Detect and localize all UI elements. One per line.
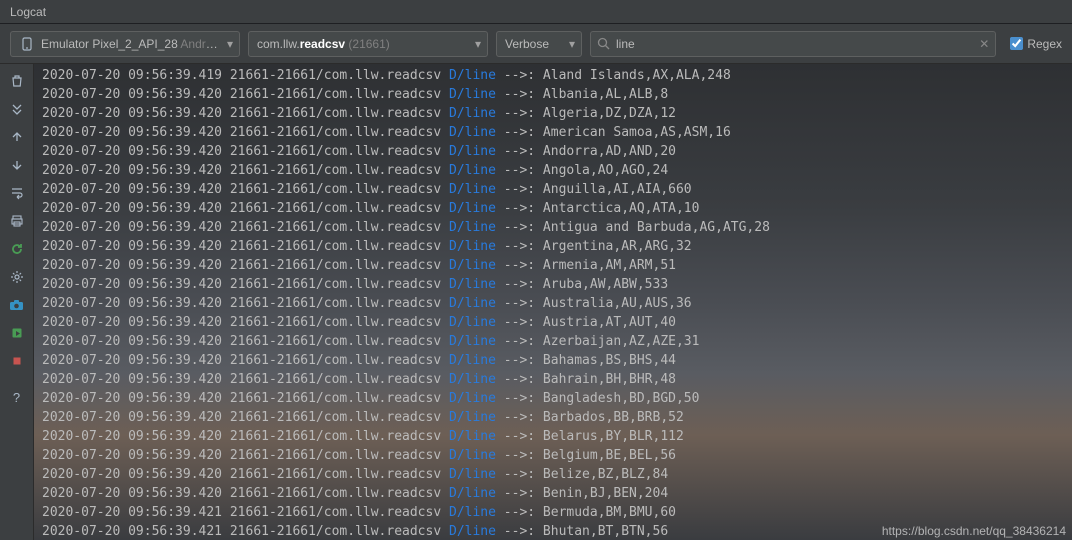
log-line[interactable]: 2020-07-20 09:56:39.420 21661-21661/com.… (42, 218, 1072, 237)
log-line[interactable]: 2020-07-20 09:56:39.420 21661-21661/com.… (42, 237, 1072, 256)
stop-icon[interactable] (3, 348, 31, 374)
process-select[interactable]: com.llw.readcsv (21661) ▾ (248, 31, 488, 57)
log-line[interactable]: 2020-07-20 09:56:39.420 21661-21661/com.… (42, 294, 1072, 313)
log-line[interactable]: 2020-07-20 09:56:39.420 21661-21661/com.… (42, 446, 1072, 465)
log-line[interactable]: 2020-07-20 09:56:39.420 21661-21661/com.… (42, 389, 1072, 408)
main-area: ? 2020-07-20 09:56:39.419 21661-21661/co… (0, 64, 1072, 540)
log-line[interactable]: 2020-07-20 09:56:39.419 21661-21661/com.… (42, 66, 1072, 85)
log-line[interactable]: 2020-07-20 09:56:39.420 21661-21661/com.… (42, 332, 1072, 351)
filter-input[interactable] (616, 37, 973, 51)
log-line[interactable]: 2020-07-20 09:56:39.420 21661-21661/com.… (42, 142, 1072, 161)
regex-toggle[interactable]: Regex (1004, 37, 1062, 51)
soft-wrap-icon[interactable] (3, 180, 31, 206)
log-line[interactable]: 2020-07-20 09:56:39.420 21661-21661/com.… (42, 180, 1072, 199)
watermark-text: https://blog.csdn.net/qq_38436214 (882, 524, 1066, 538)
regex-label: Regex (1027, 37, 1062, 51)
log-line[interactable]: 2020-07-20 09:56:39.420 21661-21661/com.… (42, 161, 1072, 180)
up-arrow-icon[interactable] (3, 124, 31, 150)
search-icon (597, 37, 610, 50)
clear-icon[interactable]: ✕ (979, 37, 989, 51)
device-label: Emulator Pixel_2_API_28 Android (41, 37, 221, 51)
log-line[interactable]: 2020-07-20 09:56:39.420 21661-21661/com.… (42, 370, 1072, 389)
down-arrow-icon[interactable] (3, 152, 31, 178)
chevron-down-icon: ▾ (475, 37, 481, 51)
device-icon (19, 36, 35, 52)
print-icon[interactable] (3, 208, 31, 234)
log-line[interactable]: 2020-07-20 09:56:39.420 21661-21661/com.… (42, 484, 1072, 503)
trash-icon[interactable] (3, 68, 31, 94)
filter-input-wrap[interactable]: ✕ (590, 31, 996, 57)
process-label: com.llw.readcsv (21661) (257, 37, 469, 51)
log-line[interactable]: 2020-07-20 09:56:39.420 21661-21661/com.… (42, 199, 1072, 218)
restart-icon[interactable] (3, 236, 31, 262)
scroll-end-icon[interactable] (3, 96, 31, 122)
log-line[interactable]: 2020-07-20 09:56:39.420 21661-21661/com.… (42, 85, 1072, 104)
gear-icon[interactable] (3, 264, 31, 290)
log-line[interactable]: 2020-07-20 09:56:39.420 21661-21661/com.… (42, 465, 1072, 484)
filter-bar: Emulator Pixel_2_API_28 Android ▾ com.ll… (0, 24, 1072, 64)
chevron-down-icon: ▾ (227, 37, 233, 51)
device-select[interactable]: Emulator Pixel_2_API_28 Android ▾ (10, 31, 240, 57)
record-icon[interactable] (3, 320, 31, 346)
log-level-select[interactable]: Verbose ▾ (496, 31, 582, 57)
panel-title-text: Logcat (10, 5, 46, 19)
log-line[interactable]: 2020-07-20 09:56:39.420 21661-21661/com.… (42, 104, 1072, 123)
log-line[interactable]: 2020-07-20 09:56:39.420 21661-21661/com.… (42, 256, 1072, 275)
log-line[interactable]: 2020-07-20 09:56:39.421 21661-21661/com.… (42, 503, 1072, 522)
regex-checkbox[interactable] (1010, 37, 1023, 50)
log-line[interactable]: 2020-07-20 09:56:39.420 21661-21661/com.… (42, 275, 1072, 294)
log-level-label: Verbose (505, 37, 549, 51)
chevron-down-icon: ▾ (569, 37, 575, 51)
log-line[interactable]: 2020-07-20 09:56:39.420 21661-21661/com.… (42, 427, 1072, 446)
help-icon[interactable]: ? (3, 384, 31, 410)
log-line[interactable]: 2020-07-20 09:56:39.420 21661-21661/com.… (42, 313, 1072, 332)
camera-icon[interactable] (3, 292, 31, 318)
log-output[interactable]: 2020-07-20 09:56:39.419 21661-21661/com.… (34, 64, 1072, 540)
log-line[interactable]: 2020-07-20 09:56:39.420 21661-21661/com.… (42, 408, 1072, 427)
log-line[interactable]: 2020-07-20 09:56:39.420 21661-21661/com.… (42, 123, 1072, 142)
log-line[interactable]: 2020-07-20 09:56:39.420 21661-21661/com.… (42, 351, 1072, 370)
panel-title: Logcat (0, 0, 1072, 24)
side-toolbar: ? (0, 64, 34, 540)
